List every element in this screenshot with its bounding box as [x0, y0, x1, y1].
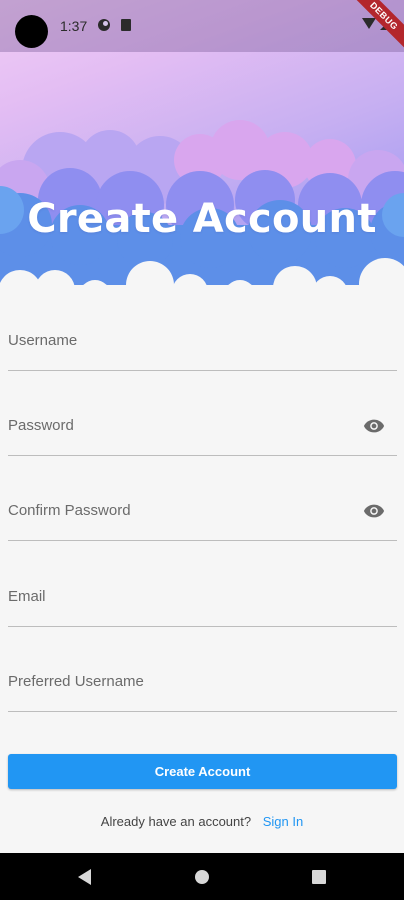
email-field[interactable]: Email [8, 552, 397, 627]
recents-icon[interactable] [312, 870, 326, 884]
preferred-username-label: Preferred Username [8, 673, 144, 690]
camera-cutout [15, 15, 48, 48]
app-screen: Create Account 1:37 DEBUG Username Passw… [0, 0, 404, 900]
confirm-password-label: Confirm Password [8, 502, 131, 519]
page-title: Create Account [27, 196, 377, 242]
confirm-password-field[interactable]: Confirm Password [8, 466, 397, 541]
field-underline [8, 454, 397, 456]
navigation-bar [0, 853, 404, 900]
signin-prompt: Already have an account? [100, 814, 252, 829]
password-label: Password [8, 417, 74, 434]
eye-icon[interactable] [363, 415, 385, 437]
status-bar: 1:37 DEBUG [0, 0, 404, 58]
create-account-button[interactable]: Create Account [8, 754, 397, 789]
field-underline [8, 710, 397, 712]
signin-link[interactable]: Sign In [263, 814, 303, 829]
field-underline [8, 369, 397, 371]
sync-status-icon [98, 19, 110, 31]
status-time: 1:37 [60, 18, 88, 34]
back-icon[interactable] [78, 869, 91, 885]
username-label: Username [8, 332, 78, 349]
wifi-icon [362, 18, 376, 29]
username-field[interactable]: Username [8, 296, 397, 371]
field-underline [8, 539, 397, 541]
field-underline [8, 625, 397, 627]
sd-card-icon [121, 19, 131, 31]
preferred-username-field[interactable]: Preferred Username [8, 637, 397, 712]
email-label: Email [8, 588, 46, 605]
home-icon[interactable] [195, 870, 209, 884]
eye-icon[interactable] [363, 500, 385, 522]
password-field[interactable]: Password [8, 381, 397, 456]
signin-row: Already have an account? Sign In [0, 814, 404, 829]
